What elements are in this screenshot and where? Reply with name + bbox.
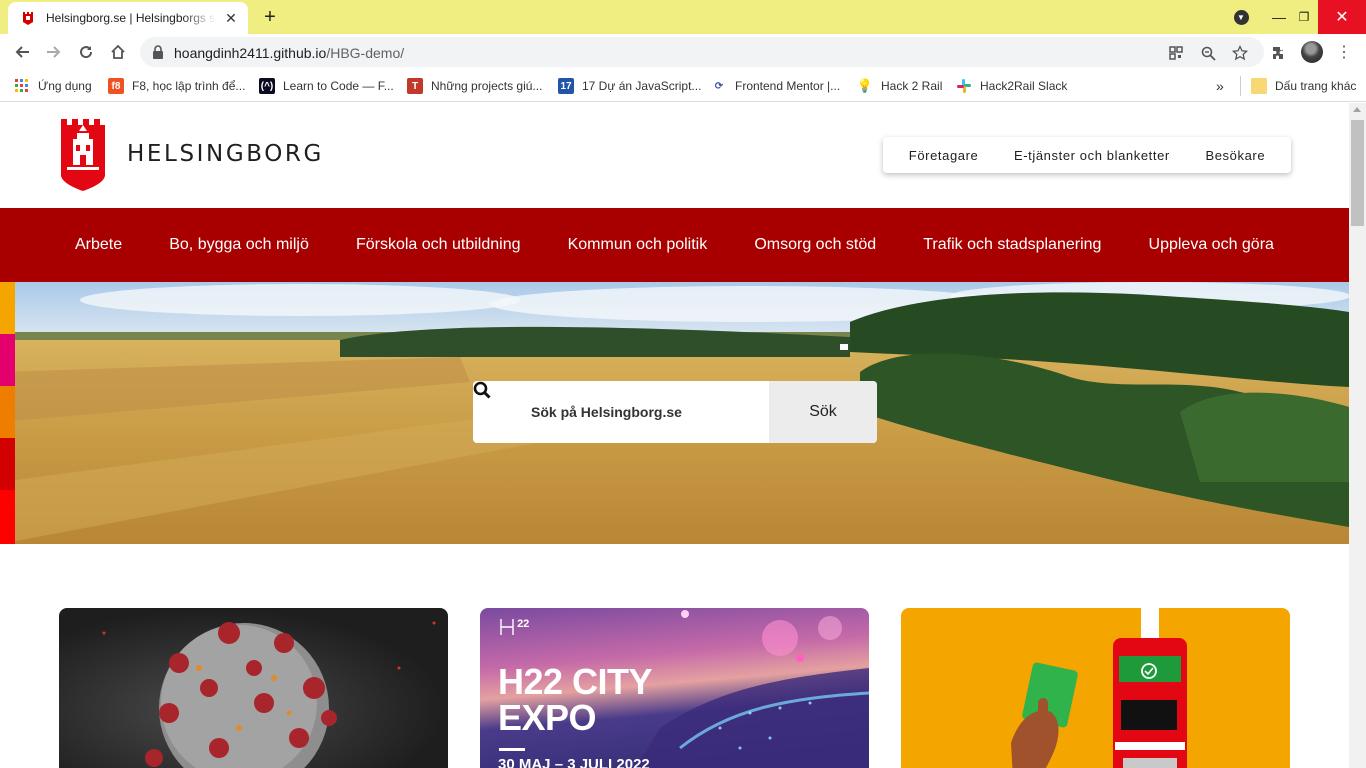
bookmark-label: Ứng dụng (38, 79, 92, 93)
main-nav: Arbete Bo, bygga och miljö Förskola och … (0, 208, 1349, 282)
bookmark-label: Hack 2 Rail (881, 79, 943, 93)
bookmark-slack[interactable]: Hack2Rail Slack (956, 76, 1067, 96)
url-host: hoangdinh2411.github.io (174, 45, 327, 61)
freecodecamp-icon: (^) (259, 78, 275, 94)
bookmark-projects[interactable]: T Những projects giú... (407, 76, 542, 96)
bookmark-label: 17 Dự án JavaScript... (582, 79, 702, 93)
accent-color-strip (0, 282, 15, 544)
site-logo-link[interactable]: HELSINGBORG (59, 117, 324, 191)
helsingborg-favicon-icon (20, 10, 36, 26)
bookmark-apps[interactable]: Ứng dụng (14, 76, 92, 96)
maximize-button[interactable]: ❐ (1290, 0, 1318, 34)
extensions-puzzle-icon[interactable] (1268, 42, 1290, 64)
frontend-mentor-icon: ⟳ (714, 80, 724, 92)
bookmarks-bar: Ứng dụng f8 F8, học lập trình để... (^) … (0, 70, 1366, 102)
slack-icon (956, 78, 972, 94)
js-project-icon: 17 (558, 78, 574, 94)
home-icon (111, 44, 125, 59)
nav-item-arbete[interactable]: Arbete (75, 236, 122, 254)
url-path: /HBG-demo/ (326, 45, 405, 61)
card-h22-city-expo[interactable]: 22 H22 CITY EXPO 30 MAJ – 3 JULI 2022 (480, 608, 869, 768)
featured-cards: 22 H22 CITY EXPO 30 MAJ – 3 JULI 2022 (0, 608, 1349, 768)
search-button[interactable]: Sök (769, 381, 877, 443)
close-tab-icon[interactable]: ✕ (222, 9, 240, 27)
new-tab-button[interactable]: + (258, 6, 282, 28)
ticket-validator-illustration (1011, 608, 1187, 768)
site-search-form: Sök (473, 381, 877, 443)
nav-item-trafik[interactable]: Trafik och stadsplanering (923, 236, 1101, 254)
page-viewport: HELSINGBORG Företagare E-tjänster och bl… (0, 103, 1349, 768)
bookmark-label: F8, học lập trình để... (132, 79, 246, 93)
bookmark-label: Frontend Mentor |... (735, 79, 841, 93)
bookmark-hack2rail[interactable]: 💡 Hack 2 Rail (857, 76, 942, 96)
tab-search-button[interactable]: ▼ (1228, 0, 1254, 34)
lock-icon[interactable] (152, 45, 164, 64)
bookmark-label: Những projects giú... (431, 79, 543, 93)
f8-icon: f8 (108, 78, 124, 94)
utility-nav: Företagare E-tjänster och blanketter Bes… (883, 137, 1291, 173)
reload-icon (80, 46, 93, 59)
card-coronavirus[interactable] (59, 608, 448, 768)
bookmark-frontend-mentor[interactable]: ⟳ Frontend Mentor |... (711, 76, 840, 96)
back-button[interactable] (8, 38, 36, 66)
nav-item-omsorg[interactable]: Omsorg och stöd (754, 236, 876, 254)
browser-tab-strip: Helsingborg.se | Helsingborgs stad ✕ + ▼… (0, 0, 1366, 34)
scrollbar-thumb[interactable] (1351, 120, 1364, 226)
utility-link-e-tjanster[interactable]: E-tjänster och blanketter (1014, 148, 1170, 163)
helsingborg-coat-of-arms-icon (61, 119, 105, 191)
scroll-up-arrow-icon[interactable] (1353, 107, 1361, 112)
lightbulb-icon: 💡 (856, 78, 874, 93)
other-bookmarks[interactable]: Dấu trang khác (1240, 76, 1356, 96)
page-scrollbar[interactable] (1349, 103, 1366, 768)
browser-toolbar: hoangdinh2411.github.io/HBG-demo/ ⋮ (0, 34, 1366, 70)
back-arrow-icon (15, 46, 29, 58)
bookmark-label: Learn to Code — F... (283, 79, 394, 93)
bookmarks-overflow-button[interactable]: » (1216, 76, 1224, 96)
bookmark-freecodecamp[interactable]: (^) Learn to Code — F... (259, 76, 394, 96)
apps-grid-icon (14, 78, 30, 94)
browser-menu-icon[interactable]: ⋮ (1336, 42, 1352, 62)
h22-card-date: 30 MAJ – 3 JULI 2022 (498, 756, 650, 768)
zoom-icon[interactable] (1198, 43, 1218, 63)
reload-button[interactable] (72, 38, 100, 66)
qr-code-icon[interactable] (1166, 43, 1186, 63)
bookmark-f8[interactable]: f8 F8, học lập trình để... (108, 76, 245, 96)
bookmark-javascript[interactable]: 17 17 Dự án JavaScript... (558, 76, 701, 96)
bookmark-label: Hack2Rail Slack (980, 79, 1068, 93)
coronavirus-image (102, 621, 436, 768)
forward-arrow-icon (47, 46, 61, 58)
card-ticket-machine[interactable] (901, 608, 1290, 768)
home-button[interactable] (104, 38, 132, 66)
h22-divider (499, 748, 525, 751)
bookmark-star-icon[interactable] (1230, 43, 1250, 63)
close-window-button[interactable]: ✕ (1318, 0, 1366, 34)
folder-icon (1251, 78, 1267, 94)
nav-item-forskola[interactable]: Förskola och utbildning (356, 236, 521, 254)
utility-link-besokare[interactable]: Besökare (1205, 148, 1265, 163)
bookmark-label: Dấu trang khác (1275, 79, 1357, 93)
h22-logo-text: 22 (517, 618, 530, 630)
url-text: hoangdinh2411.github.io/HBG-demo/ (174, 45, 404, 61)
profile-avatar[interactable] (1301, 41, 1323, 63)
chevron-down-icon: ▼ (1233, 9, 1249, 25)
utility-link-foretagare[interactable]: Företagare (909, 148, 979, 163)
search-icon (473, 381, 521, 443)
search-input[interactable] (521, 381, 769, 443)
nav-item-kommun[interactable]: Kommun och politik (568, 236, 708, 254)
nav-item-bo-bygga[interactable]: Bo, bygga och miljö (169, 236, 309, 254)
browser-tab[interactable]: Helsingborg.se | Helsingborgs stad ✕ (8, 2, 248, 34)
address-bar[interactable]: hoangdinh2411.github.io/HBG-demo/ (140, 37, 1264, 67)
h22-card-title: H22 CITY EXPO (498, 661, 652, 738)
nav-item-uppleva[interactable]: Uppleva och göra (1149, 236, 1274, 254)
hero-banner: Sök (0, 282, 1349, 544)
t-icon: T (407, 78, 423, 94)
tab-title: Helsingborg.se | Helsingborgs stad (46, 11, 216, 25)
forward-button[interactable] (40, 38, 68, 66)
site-header: HELSINGBORG Företagare E-tjänster och bl… (0, 103, 1349, 208)
logo-wordmark: HELSINGBORG (127, 141, 324, 167)
h22-logo: 22 (500, 618, 529, 636)
